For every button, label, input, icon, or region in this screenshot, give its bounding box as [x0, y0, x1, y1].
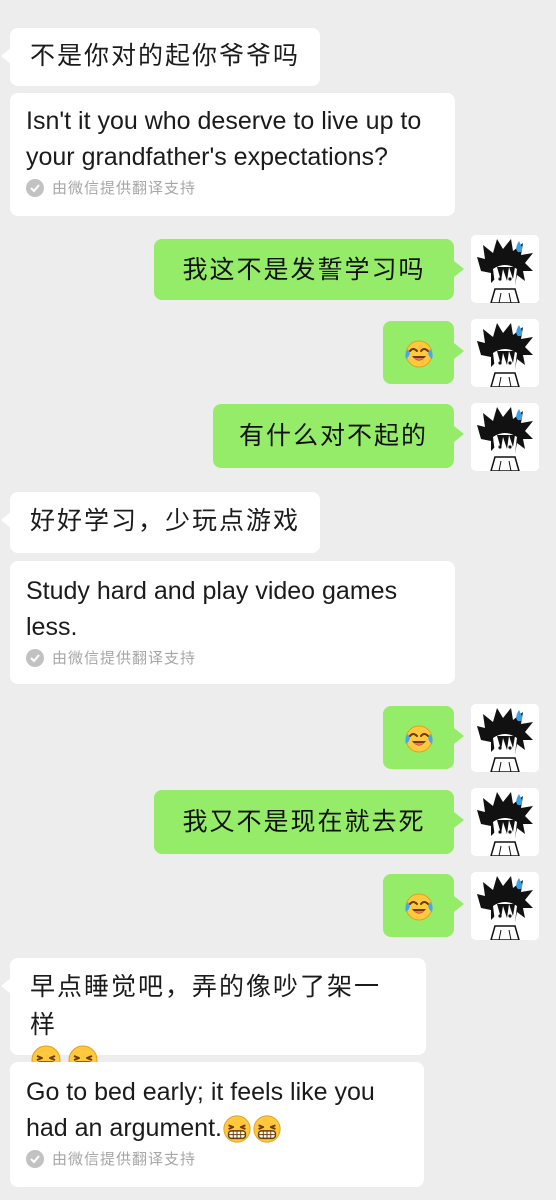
check-circle-icon [26, 1149, 44, 1168]
translation-bubble[interactable]: Study hard and play video games less. 由微… [10, 561, 455, 684]
check-circle-icon [26, 648, 44, 667]
outgoing-emoji-bubble[interactable] [383, 321, 464, 384]
outgoing-message-bubble[interactable]: 我又不是现在就去死 [154, 790, 464, 854]
incoming-message-bubble[interactable]: 早点睡觉吧，弄的像吵了架一样 [1, 958, 426, 1055]
message-text: 我又不是现在就去死 [182, 807, 426, 836]
user-avatar[interactable] [471, 319, 539, 387]
outgoing-message-bubble[interactable]: 我这不是发誓学习吗 [154, 239, 464, 300]
message-text: 不是你对的起你爷爷吗 [30, 41, 301, 70]
message-text: 有什么对不起的 [238, 421, 428, 450]
user-avatar[interactable] [471, 872, 539, 940]
translation-note-label: 由微信提供翻译支持 [52, 1150, 197, 1168]
check-circle-icon [26, 178, 44, 197]
outgoing-message-bubble[interactable]: 有什么对不起的 [213, 404, 464, 468]
translation-note: 由微信提供翻译支持 [26, 647, 439, 668]
translation-note-label: 由微信提供翻译支持 [52, 649, 197, 667]
user-avatar[interactable] [471, 403, 539, 471]
translation-bubble[interactable]: Go to bed early; it feels like you had a… [10, 1062, 424, 1187]
tears-of-joy-emoji [403, 337, 435, 369]
grinning-squint-emoji [252, 1114, 282, 1144]
translation-bubble[interactable]: Isn't it you who deserve to live up to y… [10, 93, 455, 216]
outgoing-emoji-bubble[interactable] [383, 706, 464, 769]
translation-text: Study hard and play video games less. [26, 577, 398, 641]
message-text: 早点睡觉吧，弄的像吵了架一样 [30, 972, 382, 1039]
translation-note: 由微信提供翻译支持 [26, 1148, 408, 1169]
translation-note-label: 由微信提供翻译支持 [52, 179, 197, 197]
user-avatar[interactable] [471, 235, 539, 303]
incoming-message-bubble[interactable]: 不是你对的起你爷爷吗 [0, 28, 321, 86]
outgoing-emoji-bubble[interactable] [383, 874, 464, 937]
chat-history[interactable]: 不是你对的起你爷爷吗 Isn't it you who deserve to l… [0, 0, 556, 1200]
user-avatar[interactable] [471, 704, 539, 772]
user-avatar[interactable] [471, 788, 539, 856]
translation-text: Go to bed early; it feels like you had a… [26, 1074, 408, 1146]
incoming-message-bubble[interactable]: 好好学习，少玩点游戏 [0, 492, 321, 553]
tears-of-joy-emoji [403, 722, 435, 754]
grinning-squint-emoji [222, 1114, 252, 1144]
message-text: 好好学习，少玩点游戏 [30, 506, 301, 535]
translation-text: Isn't it you who deserve to live up to y… [26, 107, 422, 171]
message-text: 我这不是发誓学习吗 [182, 254, 426, 284]
translation-text-content: Go to bed early; it feels like you had a… [26, 1078, 375, 1142]
tears-of-joy-emoji [403, 890, 435, 922]
translation-note: 由微信提供翻译支持 [26, 177, 439, 198]
